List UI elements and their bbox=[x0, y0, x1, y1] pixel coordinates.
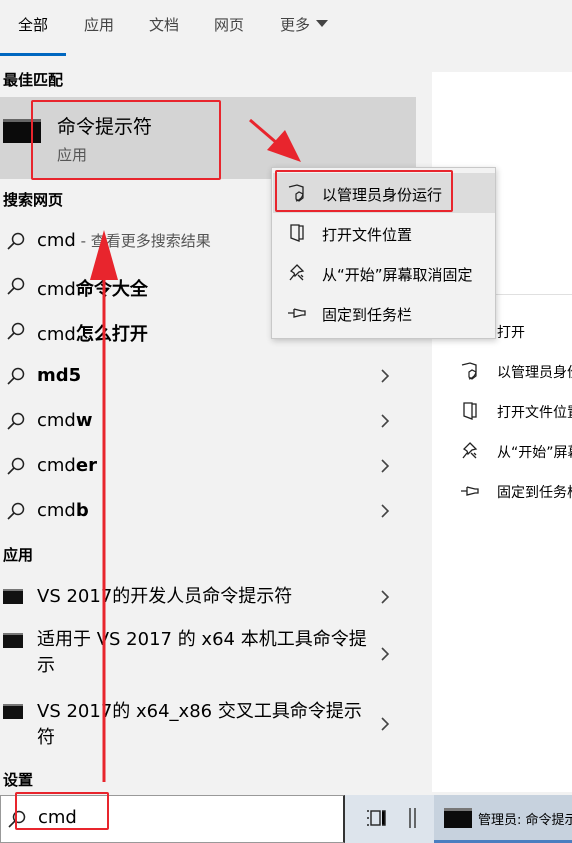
chevron-right-icon[interactable] bbox=[378, 645, 392, 663]
suggestion-prefix: cmd bbox=[37, 455, 76, 476]
details-open-location[interactable]: 打开文件位置 bbox=[432, 391, 572, 431]
annotation-box-search bbox=[15, 792, 109, 830]
web-suggestion[interactable]: cmdw bbox=[0, 399, 416, 444]
web-suggestion-text: md5 bbox=[37, 365, 81, 386]
app-item[interactable]: VS 2017的 x64_x86 交叉工具命令提示符 bbox=[0, 691, 416, 753]
tab-more-label: 更多 bbox=[280, 16, 311, 34]
suggestion-prefix: cmd bbox=[37, 324, 76, 345]
web-result-suffix: - 查看更多搜索结果 bbox=[75, 232, 211, 250]
pin-icon bbox=[288, 308, 306, 318]
web-suggestion-text: cmdb bbox=[37, 500, 89, 521]
details-pin-taskbar[interactable]: 固定到任务栏 bbox=[432, 471, 572, 511]
tab-all[interactable]: 全部 bbox=[18, 14, 48, 35]
active-tab-indicator bbox=[0, 53, 66, 56]
suggestion-bold: er bbox=[75, 455, 97, 476]
command-prompt-icon bbox=[444, 808, 472, 828]
web-heading: 搜索网页 bbox=[3, 191, 64, 209]
menu-open-location-label: 打开文件位置 bbox=[322, 226, 413, 244]
chevron-right-icon[interactable] bbox=[378, 588, 392, 606]
web-suggestion-text: cmd怎么打开 bbox=[37, 320, 148, 346]
app-item-label: VS 2017的 x64_x86 交叉工具命令提示符 bbox=[37, 701, 362, 748]
web-result-text: cmd - 查看更多搜索结果 bbox=[37, 230, 211, 251]
search-icon bbox=[7, 232, 25, 250]
suggestion-bold: w bbox=[75, 410, 93, 431]
folder-icon bbox=[290, 224, 304, 242]
chevron-right-icon[interactable] bbox=[378, 457, 392, 475]
details-run-as-admin[interactable]: 以管理员身份运行 bbox=[432, 351, 572, 391]
chevron-down-icon bbox=[316, 20, 329, 27]
chevron-right-icon[interactable] bbox=[378, 367, 392, 385]
suggestion-bold: 怎么打开 bbox=[75, 324, 148, 345]
suggestion-bold: md5 bbox=[37, 365, 82, 386]
details-open-location-label: 打开文件位置 bbox=[497, 405, 572, 421]
menu-pin-taskbar[interactable]: 固定到任务栏 bbox=[273, 293, 495, 333]
task-view-icon[interactable] bbox=[365, 807, 389, 829]
command-prompt-icon bbox=[3, 633, 23, 648]
taskbar-cmd-window[interactable]: 管理员: 命令提示符 bbox=[434, 795, 572, 843]
tab-more[interactable]: 更多 bbox=[280, 14, 329, 35]
web-suggestion[interactable]: cmder bbox=[0, 444, 416, 489]
unpin-icon bbox=[462, 442, 478, 459]
app-item-label: VS 2017的开发人员命令提示符 bbox=[37, 586, 293, 607]
suggestion-prefix: cmd bbox=[37, 279, 76, 300]
apps-heading: 应用 bbox=[3, 546, 34, 564]
suggestion-prefix: cmd bbox=[37, 500, 76, 521]
details-run-as-admin-label: 以管理员身份运行 bbox=[497, 365, 572, 381]
command-prompt-icon bbox=[3, 589, 23, 604]
unpin-icon bbox=[289, 264, 305, 281]
search-icon bbox=[7, 277, 25, 295]
best-match-heading: 最佳匹配 bbox=[3, 71, 64, 89]
search-icon bbox=[7, 322, 25, 340]
suggestion-bold: b bbox=[75, 500, 89, 521]
web-suggestion[interactable]: md5 bbox=[0, 354, 416, 399]
chevron-right-icon[interactable] bbox=[378, 715, 392, 733]
shield-icon bbox=[461, 362, 477, 380]
web-query: cmd bbox=[37, 230, 76, 251]
app-item-label: 适用于 VS 2017 的 x64 本机工具命令提示 bbox=[37, 629, 367, 676]
chevron-right-icon[interactable] bbox=[378, 412, 392, 430]
menu-unpin-start-label: 从“开始”屏幕取消固定 bbox=[322, 266, 473, 284]
menu-pin-taskbar-label: 固定到任务栏 bbox=[322, 306, 413, 324]
details-unpin-start-label: 从“开始”屏幕取消固定 bbox=[497, 445, 572, 461]
search-icon bbox=[7, 457, 25, 475]
tab-apps[interactable]: 应用 bbox=[84, 14, 114, 35]
details-pin-taskbar-label: 固定到任务栏 bbox=[497, 485, 572, 501]
command-prompt-icon bbox=[3, 704, 23, 719]
details-unpin-start[interactable]: 从“开始”屏幕取消固定 bbox=[432, 431, 572, 471]
menu-open-location[interactable]: 打开文件位置 bbox=[273, 213, 495, 253]
folder-icon bbox=[463, 402, 477, 420]
tab-web[interactable]: 网页 bbox=[214, 14, 244, 35]
tab-documents[interactable]: 文档 bbox=[149, 14, 179, 35]
search-icon bbox=[7, 412, 25, 430]
settings-heading: 设置 bbox=[3, 771, 34, 789]
app-item[interactable]: 适用于 VS 2017 的 x64 本机工具命令提示 bbox=[0, 621, 416, 683]
search-icon bbox=[7, 502, 25, 520]
suggestion-prefix: cmd bbox=[37, 410, 76, 431]
web-suggestion-text: cmd命令大全 bbox=[37, 275, 148, 301]
pin-icon bbox=[461, 486, 479, 496]
app-item[interactable]: VS 2017的开发人员命令提示符 bbox=[0, 575, 416, 619]
web-suggestion[interactable]: cmdb bbox=[0, 489, 416, 534]
search-icon bbox=[7, 367, 25, 385]
taskbar: 管理员: 命令提示符 bbox=[345, 795, 572, 843]
annotation-box-run-as-admin bbox=[275, 170, 453, 212]
details-open-label: 打开 bbox=[497, 325, 525, 341]
menu-unpin-start[interactable]: 从“开始”屏幕取消固定 bbox=[273, 253, 495, 293]
annotation-box-best-match bbox=[31, 100, 221, 180]
web-suggestion-text: cmder bbox=[37, 455, 97, 476]
taskbar-window-title: 管理员: 命令提示符 bbox=[478, 813, 572, 828]
separator-icon bbox=[409, 808, 416, 828]
suggestion-bold: 命令大全 bbox=[75, 279, 148, 300]
web-suggestion-text: cmdw bbox=[37, 410, 93, 431]
chevron-right-icon[interactable] bbox=[378, 502, 392, 520]
filter-tabs: 全部 应用 文档 网页 更多 bbox=[0, 0, 572, 56]
